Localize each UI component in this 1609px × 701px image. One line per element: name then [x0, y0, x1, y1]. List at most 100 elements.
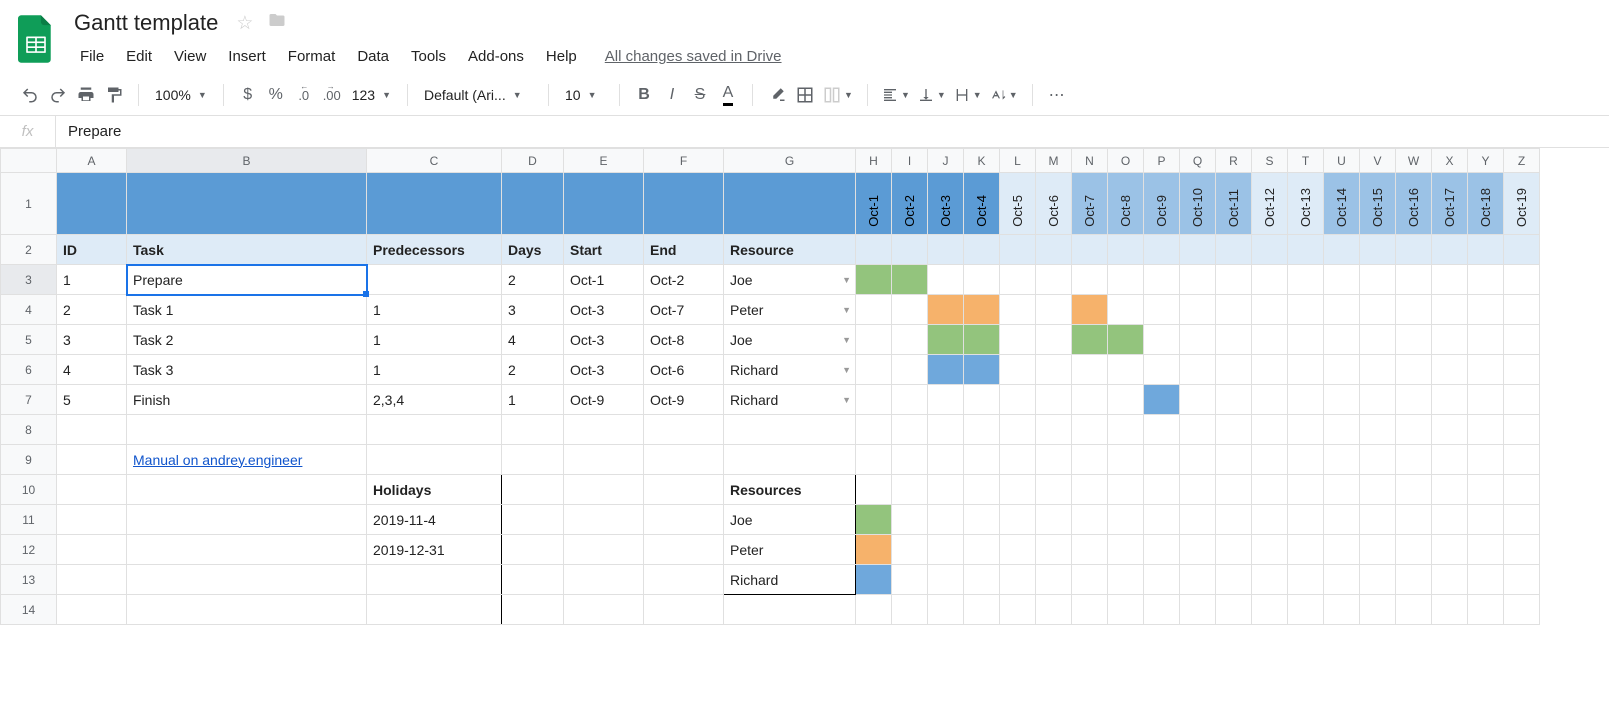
gantt-cell[interactable] [928, 385, 964, 415]
gantt-cell[interactable] [1180, 355, 1216, 385]
date-header[interactable]: Oct-2 [892, 173, 928, 235]
gantt-cell[interactable] [928, 355, 964, 385]
borders-button[interactable] [791, 81, 819, 109]
sheets-logo[interactable] [16, 12, 56, 66]
cell-resource[interactable]: Joe▼ [724, 325, 856, 355]
gantt-cell[interactable] [1288, 325, 1324, 355]
gantt-cell[interactable] [1396, 355, 1432, 385]
more-button[interactable]: ⋯ [1043, 81, 1071, 109]
cell-task[interactable]: Task 3 [127, 355, 367, 385]
gantt-cell[interactable] [1108, 355, 1144, 385]
cell-start[interactable]: Oct-1 [564, 265, 644, 295]
cell-resource[interactable]: Joe▼ [724, 265, 856, 295]
date-header[interactable]: Oct-11 [1216, 173, 1252, 235]
col-header-B[interactable]: B [127, 149, 367, 173]
resource-row[interactable]: Peter [724, 535, 856, 565]
cell-task[interactable]: Task 2 [127, 325, 367, 355]
gantt-cell[interactable] [856, 295, 892, 325]
gantt-cell[interactable] [892, 325, 928, 355]
gantt-cell[interactable] [1504, 295, 1540, 325]
cell-id[interactable]: 5 [57, 385, 127, 415]
row-header-11[interactable]: 11 [1, 505, 57, 535]
gantt-cell[interactable] [1324, 385, 1360, 415]
text-wrap-button[interactable]: ▼ [950, 81, 986, 109]
gantt-cell[interactable] [1000, 325, 1036, 355]
date-header[interactable]: Oct-13 [1288, 173, 1324, 235]
redo-icon[interactable] [44, 81, 72, 109]
gantt-cell[interactable] [1072, 385, 1108, 415]
gantt-cell[interactable] [964, 355, 1000, 385]
date-header[interactable]: Oct-4 [964, 173, 1000, 235]
cell-days[interactable]: 1 [502, 385, 564, 415]
row-header-4[interactable]: 4 [1, 295, 57, 325]
menu-file[interactable]: File [70, 44, 114, 69]
col-header-Y[interactable]: Y [1468, 149, 1504, 173]
gantt-cell[interactable] [1360, 265, 1396, 295]
strikethrough-button[interactable]: S [686, 81, 714, 109]
dropdown-icon[interactable]: ▼ [842, 365, 851, 375]
row-header-14[interactable]: 14 [1, 595, 57, 625]
cell-end[interactable]: Oct-6 [644, 355, 724, 385]
col-header-L[interactable]: L [1000, 149, 1036, 173]
cell-resource[interactable]: Richard▼ [724, 355, 856, 385]
cell-days[interactable]: 3 [502, 295, 564, 325]
gantt-cell[interactable] [1504, 355, 1540, 385]
gantt-cell[interactable] [1036, 355, 1072, 385]
gantt-cell[interactable] [1000, 295, 1036, 325]
gantt-cell[interactable] [1000, 355, 1036, 385]
gantt-cell[interactable] [1216, 265, 1252, 295]
cell-id[interactable]: 2 [57, 295, 127, 325]
col-header-Q[interactable]: Q [1180, 149, 1216, 173]
gantt-cell[interactable] [964, 385, 1000, 415]
gantt-cell[interactable] [1252, 355, 1288, 385]
col-header-I[interactable]: I [892, 149, 928, 173]
gantt-cell[interactable] [1108, 385, 1144, 415]
gantt-cell[interactable] [1180, 295, 1216, 325]
gantt-cell[interactable] [1144, 325, 1180, 355]
col-header-N[interactable]: N [1072, 149, 1108, 173]
gantt-cell[interactable] [1036, 295, 1072, 325]
date-header[interactable]: Oct-8 [1108, 173, 1144, 235]
drive-status[interactable]: All changes saved in Drive [605, 44, 782, 69]
gantt-cell[interactable] [856, 385, 892, 415]
col-header-A[interactable]: A [57, 149, 127, 173]
paint-format-icon[interactable] [100, 81, 128, 109]
cell-end[interactable]: Oct-9 [644, 385, 724, 415]
date-header[interactable]: Oct-15 [1360, 173, 1396, 235]
menu-tools[interactable]: Tools [401, 44, 456, 69]
menu-help[interactable]: Help [536, 44, 587, 69]
gantt-cell[interactable] [1324, 295, 1360, 325]
cell-resource[interactable]: Peter▼ [724, 295, 856, 325]
bold-button[interactable]: B [630, 81, 658, 109]
menu-format[interactable]: Format [278, 44, 346, 69]
gantt-cell[interactable] [1468, 325, 1504, 355]
date-header[interactable]: Oct-19 [1504, 173, 1540, 235]
gantt-cell[interactable] [1432, 325, 1468, 355]
row-header-5[interactable]: 5 [1, 325, 57, 355]
row-header-7[interactable]: 7 [1, 385, 57, 415]
gantt-cell[interactable] [1324, 355, 1360, 385]
gantt-cell[interactable] [1504, 265, 1540, 295]
cell-pred[interactable]: 1 [367, 325, 502, 355]
col-header-E[interactable]: E [564, 149, 644, 173]
col-header-Z[interactable]: Z [1504, 149, 1540, 173]
fill-color-button[interactable] [763, 81, 791, 109]
cell-pred[interactable]: 2,3,4 [367, 385, 502, 415]
gantt-cell[interactable] [1180, 325, 1216, 355]
italic-button[interactable]: I [658, 81, 686, 109]
select-all-corner[interactable] [1, 149, 57, 173]
date-header[interactable]: Oct-3 [928, 173, 964, 235]
cell-end[interactable]: Oct-8 [644, 325, 724, 355]
gantt-cell[interactable] [1432, 385, 1468, 415]
number-format-select[interactable]: 123▼ [346, 87, 397, 103]
v-align-button[interactable]: ▼ [914, 81, 950, 109]
date-header[interactable]: Oct-7 [1072, 173, 1108, 235]
cell-id[interactable]: 3 [57, 325, 127, 355]
gantt-cell[interactable] [1180, 265, 1216, 295]
gantt-cell[interactable] [1252, 325, 1288, 355]
date-header[interactable]: Oct-1 [856, 173, 892, 235]
row-header-12[interactable]: 12 [1, 535, 57, 565]
gantt-cell[interactable] [856, 355, 892, 385]
cell-days[interactable]: 2 [502, 265, 564, 295]
menu-edit[interactable]: Edit [116, 44, 162, 69]
